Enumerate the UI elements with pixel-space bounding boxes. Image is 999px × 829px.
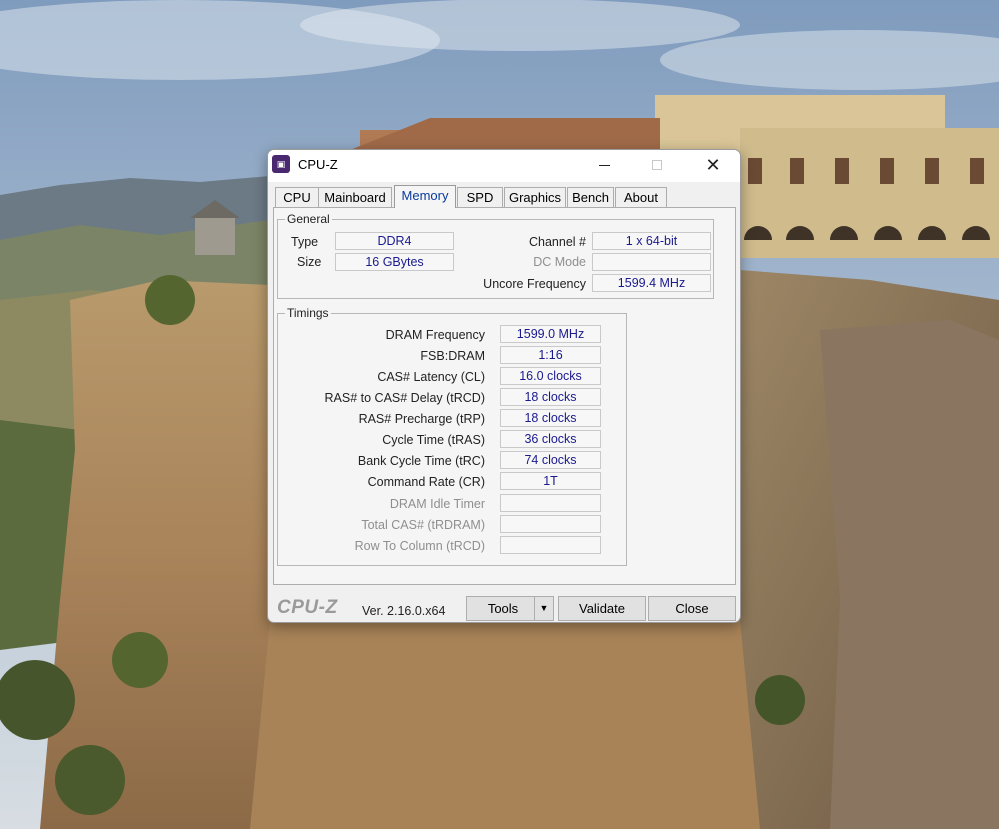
minimize-button[interactable]	[581, 150, 627, 180]
timings-group: Timings DRAM Frequency 1599.0 MHz FSB:DR…	[277, 306, 627, 566]
uncore-frequency-label: Uncore Frequency	[483, 277, 586, 291]
ras-precharge-value: 18 clocks	[500, 409, 601, 427]
tab-cpu[interactable]: CPU	[275, 187, 319, 207]
channel-value: 1 x 64-bit	[592, 232, 711, 250]
title-bar[interactable]: ▣ CPU-Z ✕	[268, 150, 740, 182]
ras-to-cas-delay-label: RAS# to CAS# Delay (tRCD)	[324, 391, 485, 405]
tab-graphics[interactable]: Graphics	[504, 187, 566, 207]
dram-frequency-label: DRAM Frequency	[385, 328, 485, 342]
bank-cycle-time-value: 74 clocks	[500, 451, 601, 469]
fsb-dram-value: 1:16	[500, 346, 601, 364]
tools-dropdown-button[interactable]: ▼	[534, 596, 554, 621]
maximize-button[interactable]	[634, 150, 680, 180]
cpu-z-window: ▣ CPU-Z ✕ CPU Mainboard Memory SPD Graph…	[267, 149, 741, 623]
row-to-column-label: Row To Column (tRCD)	[354, 539, 485, 553]
ras-to-cas-delay-value: 18 clocks	[500, 388, 601, 406]
command-rate-value: 1T	[500, 472, 601, 490]
total-cas-value	[500, 515, 601, 533]
chevron-down-icon: ▼	[539, 603, 549, 613]
dc-mode-label: DC Mode	[533, 255, 586, 269]
tab-about[interactable]: About	[615, 187, 667, 207]
cycle-time-value: 36 clocks	[500, 430, 601, 448]
uncore-frequency-value: 1599.4 MHz	[592, 274, 711, 292]
cycle-time-label: Cycle Time (tRAS)	[382, 433, 485, 447]
dc-mode-value	[592, 253, 711, 271]
size-value: 16 GBytes	[335, 253, 454, 271]
bank-cycle-time-label: Bank Cycle Time (tRC)	[357, 454, 485, 468]
dram-idle-timer-value	[500, 494, 601, 512]
dram-frequency-value: 1599.0 MHz	[500, 325, 601, 343]
version-text: Ver. 2.16.0.x64	[362, 604, 446, 618]
type-label: Type	[291, 235, 319, 249]
minimize-icon	[598, 164, 610, 166]
tab-mainboard[interactable]: Mainboard	[318, 187, 392, 207]
cas-latency-label: CAS# Latency (CL)	[377, 370, 485, 384]
cpu-z-app-icon: ▣	[272, 155, 290, 173]
dram-idle-timer-label: DRAM Idle Timer	[389, 497, 485, 511]
tools-button[interactable]: Tools	[466, 596, 540, 621]
tab-spd[interactable]: SPD	[457, 187, 503, 207]
fsb-dram-label: FSB:DRAM	[420, 349, 485, 363]
window-title: CPU-Z	[298, 157, 338, 172]
close-window-button[interactable]: ✕	[690, 150, 736, 180]
cpu-z-brand-logo: CPU-Z	[277, 597, 338, 618]
ras-precharge-label: RAS# Precharge (tRP)	[358, 412, 485, 426]
maximize-icon	[652, 160, 662, 170]
close-button[interactable]: Close	[648, 596, 736, 621]
close-icon: ✕	[705, 154, 721, 175]
general-group: General Type DDR4 Size 16 GBytes Channel…	[277, 212, 714, 299]
validate-button[interactable]: Validate	[558, 596, 646, 621]
row-to-column-value	[500, 536, 601, 554]
size-label: Size	[297, 255, 322, 269]
cas-latency-value: 16.0 clocks	[500, 367, 601, 385]
command-rate-label: Command Rate (CR)	[367, 475, 485, 489]
general-group-title: General	[285, 212, 332, 226]
memory-tab-panel: General Type DDR4 Size 16 GBytes Channel…	[273, 207, 736, 585]
total-cas-label: Total CAS# (tRDRAM)	[361, 518, 485, 532]
type-value: DDR4	[335, 232, 454, 250]
tab-bench[interactable]: Bench	[567, 187, 614, 207]
timings-group-title: Timings	[285, 306, 331, 320]
tab-memory[interactable]: Memory	[394, 185, 456, 208]
channel-label: Channel #	[529, 235, 586, 249]
